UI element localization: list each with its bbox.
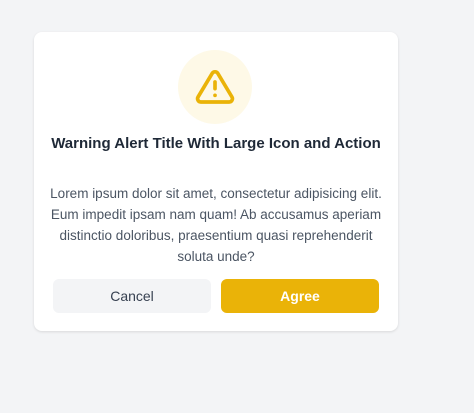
warning-alert-dialog: Warning Alert Title With Large Icon and … xyxy=(34,32,398,331)
warning-triangle-icon xyxy=(195,70,235,104)
alert-title: Warning Alert Title With Large Icon and … xyxy=(51,135,381,152)
icon-badge xyxy=(178,50,252,124)
alert-message: Lorem ipsum dolor sit amet, consectetur … xyxy=(50,186,382,264)
agree-button[interactable]: Agree xyxy=(221,279,379,313)
cancel-button[interactable]: Cancel xyxy=(53,279,211,313)
